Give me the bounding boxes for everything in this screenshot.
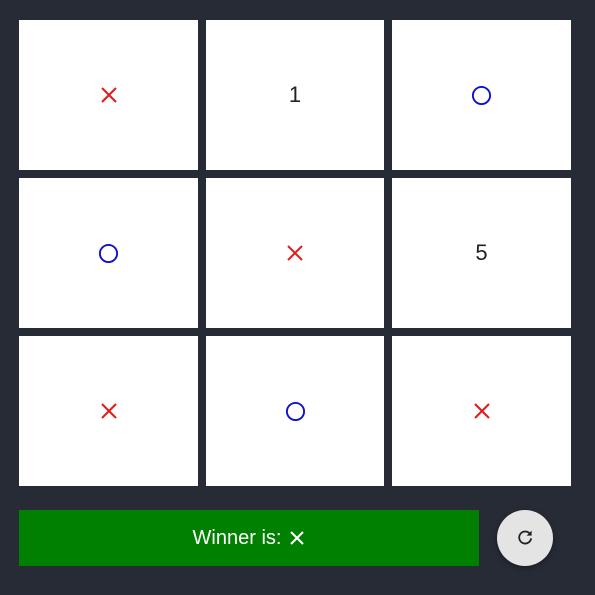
game-board: 1 5 — [19, 20, 571, 486]
x-icon — [290, 531, 305, 545]
o-mark-icon — [285, 401, 305, 421]
board-cell-4[interactable] — [19, 178, 198, 328]
winner-status: Winner is: — [193, 527, 306, 550]
board-cell-2[interactable]: 1 — [206, 20, 384, 170]
refresh-icon — [518, 530, 532, 545]
x-mark-icon — [100, 87, 117, 103]
board-cell-6[interactable]: 5 — [392, 178, 571, 328]
cell-number-label: 5 — [475, 240, 488, 265]
reset-button[interactable] — [497, 510, 553, 566]
x-mark-icon — [287, 245, 303, 261]
board-cell-5[interactable] — [206, 178, 384, 328]
o-mark-icon — [471, 85, 492, 105]
board-cell-1[interactable] — [19, 20, 198, 170]
tic-tac-toe-app: 1 5 Winner is: — [0, 0, 595, 595]
cell-number-label: 1 — [288, 82, 302, 107]
winner-label: Winner is: — [192, 526, 282, 549]
board-cell-9[interactable] — [392, 336, 571, 486]
board-cell-7[interactable] — [19, 336, 198, 486]
board-cell-8[interactable] — [206, 336, 384, 486]
x-mark-icon — [473, 403, 490, 419]
o-mark-icon — [98, 243, 119, 263]
winner-status-bar: Winner is: — [19, 510, 479, 566]
x-mark-icon — [100, 403, 117, 419]
board-cell-3[interactable] — [392, 20, 571, 170]
